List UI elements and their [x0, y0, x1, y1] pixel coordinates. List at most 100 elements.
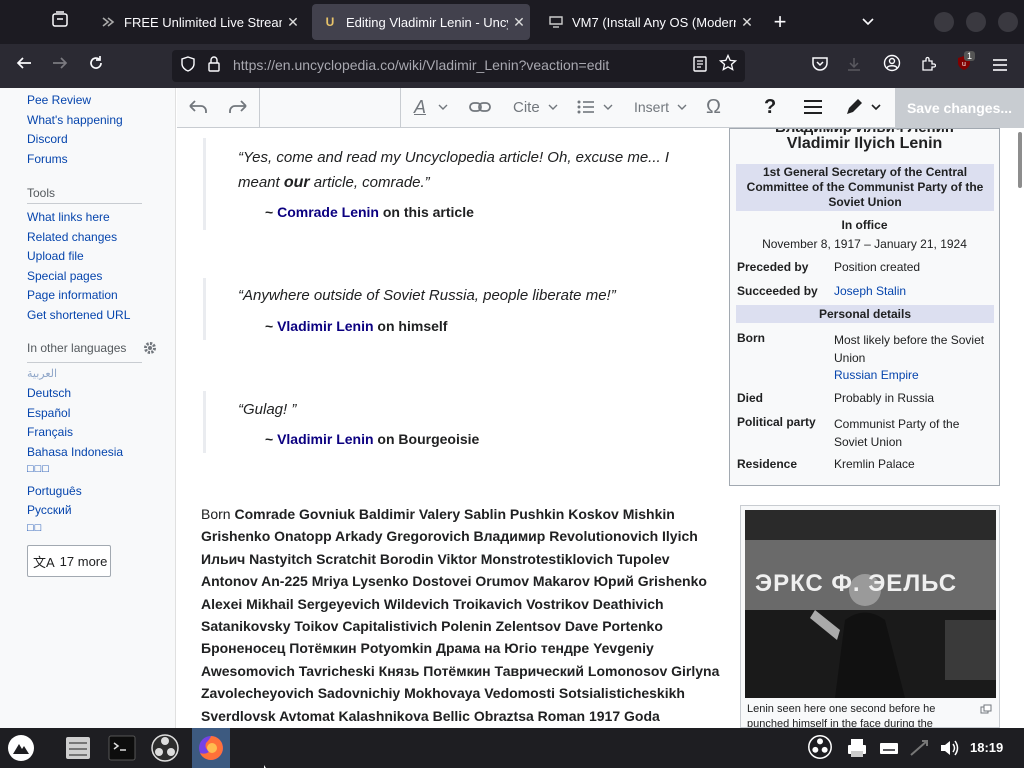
lock-icon[interactable] [200, 52, 228, 80]
chevron-down-icon [677, 104, 687, 110]
russian-empire-link[interactable]: Russian Empire [834, 368, 919, 382]
sidebar-lang-espanol[interactable]: Español [27, 406, 70, 420]
tab-vm7[interactable]: VM7 (Install Any OS (Modern ✕ [538, 4, 758, 40]
streaming-favicon-icon [100, 14, 116, 30]
firefox-icon[interactable] [196, 733, 226, 763]
preceded-value: Position created [834, 260, 921, 274]
attr-suffix: on this article [378, 204, 474, 220]
party-value: Communist Party of the Soviet Union [834, 417, 960, 449]
tracking-shield-icon[interactable] [174, 52, 202, 80]
obs-icon[interactable] [150, 733, 180, 763]
quote-3-attribution: ~ Vladimir Lenin on Bourgeoisie [265, 431, 479, 447]
sidebar-lang-arabic[interactable]: العربية [27, 367, 57, 380]
network-icon[interactable] [908, 733, 938, 763]
page-options-menu-icon[interactable] [803, 96, 823, 118]
born-word: Born [201, 506, 231, 522]
url-text[interactable]: https://en.uncyclopedia.co/wiki/Vladimir… [233, 57, 609, 73]
sidebar-link-special-pages[interactable]: Special pages [27, 269, 102, 283]
sidebar-lang-unrendered-2[interactable]: □□ [27, 522, 42, 534]
chevron-down-icon [548, 104, 558, 110]
uncyclopedia-favicon-icon: U [325, 15, 335, 29]
close-tab-icon[interactable]: ✕ [282, 14, 304, 31]
joseph-stalin-link[interactable]: Joseph Stalin [834, 284, 906, 298]
back-arrow-icon[interactable] [10, 52, 38, 80]
tab-bar: FREE Unlimited Live Streamin ✕ U Editing… [0, 0, 1024, 44]
sidebar-link-forums[interactable]: Forums [27, 152, 68, 166]
quote-3-text: “Gulag! ” [238, 401, 297, 418]
file-manager-icon[interactable] [63, 733, 93, 763]
sidebar-link-discord[interactable]: Discord [27, 132, 68, 146]
edit-mode-pencil-icon[interactable] [845, 96, 881, 118]
obs-tray-icon[interactable] [806, 733, 836, 763]
photo-sign-text: ЭРКС Ф. ЭЕЛЬС [755, 570, 958, 597]
sidebar-link-related-changes[interactable]: Related changes [27, 230, 117, 244]
tab-overview-icon[interactable] [46, 8, 74, 36]
sidebar-link-get-shortened-url[interactable]: Get shortened URL [27, 308, 130, 322]
sidebar-lang-russian[interactable]: Русский [27, 503, 72, 517]
new-tab-icon[interactable]: + [766, 8, 794, 36]
maximize-window-button[interactable] [966, 12, 986, 32]
cite-button[interactable]: Cite [513, 96, 558, 118]
article-body-paragraph[interactable]: Born Comrade Govniuk Baldimir Valery Sab… [201, 503, 726, 727]
save-changes-button[interactable]: Save changes... [895, 88, 1024, 128]
sidebar-lang-portugues[interactable]: Português [27, 484, 82, 498]
list-icon[interactable] [577, 96, 613, 118]
in-office-dates: November 8, 1917 – January 21, 1924 [762, 237, 967, 251]
redo-icon[interactable] [228, 96, 248, 118]
more-languages-label: 17 more [59, 553, 108, 569]
tab-editing-lenin[interactable]: U Editing Vladimir Lenin - Uncy ✕ [312, 4, 530, 40]
more-languages-button[interactable]: 文A 17 more [27, 545, 111, 577]
sidebar-lang-francais[interactable]: Français [27, 425, 73, 439]
scrollbar[interactable] [1018, 132, 1022, 188]
vladimir-lenin-link[interactable]: Vladimir Lenin [277, 431, 373, 447]
help-question-icon[interactable]: ? [764, 96, 776, 118]
enlarge-image-icon[interactable] [980, 701, 992, 719]
in-office-label: In office [841, 218, 888, 232]
app-launcher-icon[interactable] [6, 733, 36, 763]
close-tab-icon[interactable]: ✕ [508, 14, 530, 31]
sidebar-link-page-information[interactable]: Page information [27, 288, 118, 302]
preceded-label: Preceded by [737, 260, 809, 274]
quote-1-line-2: meant our article, comrade.” [238, 170, 430, 195]
sidebar-link-whats-happening[interactable]: What's happening [27, 113, 123, 127]
close-window-button[interactable] [998, 12, 1018, 32]
reload-icon[interactable] [82, 52, 110, 80]
insert-button[interactable]: Insert [634, 96, 687, 118]
list-tabs-chevron-icon[interactable] [854, 8, 882, 36]
sidebar-lang-deutsch[interactable]: Deutsch [27, 386, 71, 400]
sidebar-link-pee-review[interactable]: Pee Review [27, 93, 91, 107]
close-tab-icon[interactable]: ✕ [736, 14, 758, 31]
sidebar-lang-bahasa-indonesia[interactable]: Bahasa Indonesia [27, 445, 123, 459]
hamburger-menu-icon[interactable] [986, 52, 1014, 80]
sidebar-link-upload-file[interactable]: Upload file [27, 249, 84, 263]
extensions-icon[interactable] [914, 52, 942, 80]
sidebar-link-what-links-here[interactable]: What links here [27, 210, 110, 224]
special-character-omega-icon[interactable]: Ω [706, 96, 721, 118]
comrade-lenin-link[interactable]: Comrade Lenin [277, 204, 379, 220]
chevron-down-icon[interactable] [438, 96, 448, 118]
undo-icon[interactable] [188, 96, 208, 118]
text-style-icon[interactable]: A [414, 96, 426, 118]
vladimir-lenin-link[interactable]: Vladimir Lenin [277, 318, 373, 334]
quote-1-line-2a: meant [238, 174, 284, 191]
bookmark-star-icon[interactable] [714, 52, 742, 80]
reader-view-icon[interactable] [686, 52, 714, 80]
keyboard-icon[interactable] [878, 733, 908, 763]
volume-icon[interactable] [938, 733, 968, 763]
image-thumbnail[interactable]: ЭРКС Ф. ЭЕЛЬС Lenin seen here one second… [740, 505, 1000, 728]
sidebar-lang-unrendered[interactable]: □□□ [27, 463, 50, 475]
toolbar-separator [259, 88, 260, 128]
forward-arrow-icon[interactable] [46, 52, 74, 80]
minimize-window-button[interactable] [934, 12, 954, 32]
tab-streaming[interactable]: FREE Unlimited Live Streamin ✕ [90, 4, 304, 40]
terminal-icon[interactable] [107, 733, 137, 763]
downloads-icon[interactable] [840, 52, 868, 80]
pocket-icon[interactable] [806, 52, 834, 80]
printer-icon[interactable] [846, 733, 876, 763]
party-label: Political party [737, 415, 816, 429]
link-icon[interactable] [469, 96, 491, 118]
language-settings-gear-icon[interactable] [136, 336, 164, 364]
tab-label: Editing Vladimir Lenin - Uncy [346, 14, 508, 30]
clock[interactable]: 18:19 [970, 740, 1003, 755]
account-icon[interactable] [878, 52, 906, 80]
